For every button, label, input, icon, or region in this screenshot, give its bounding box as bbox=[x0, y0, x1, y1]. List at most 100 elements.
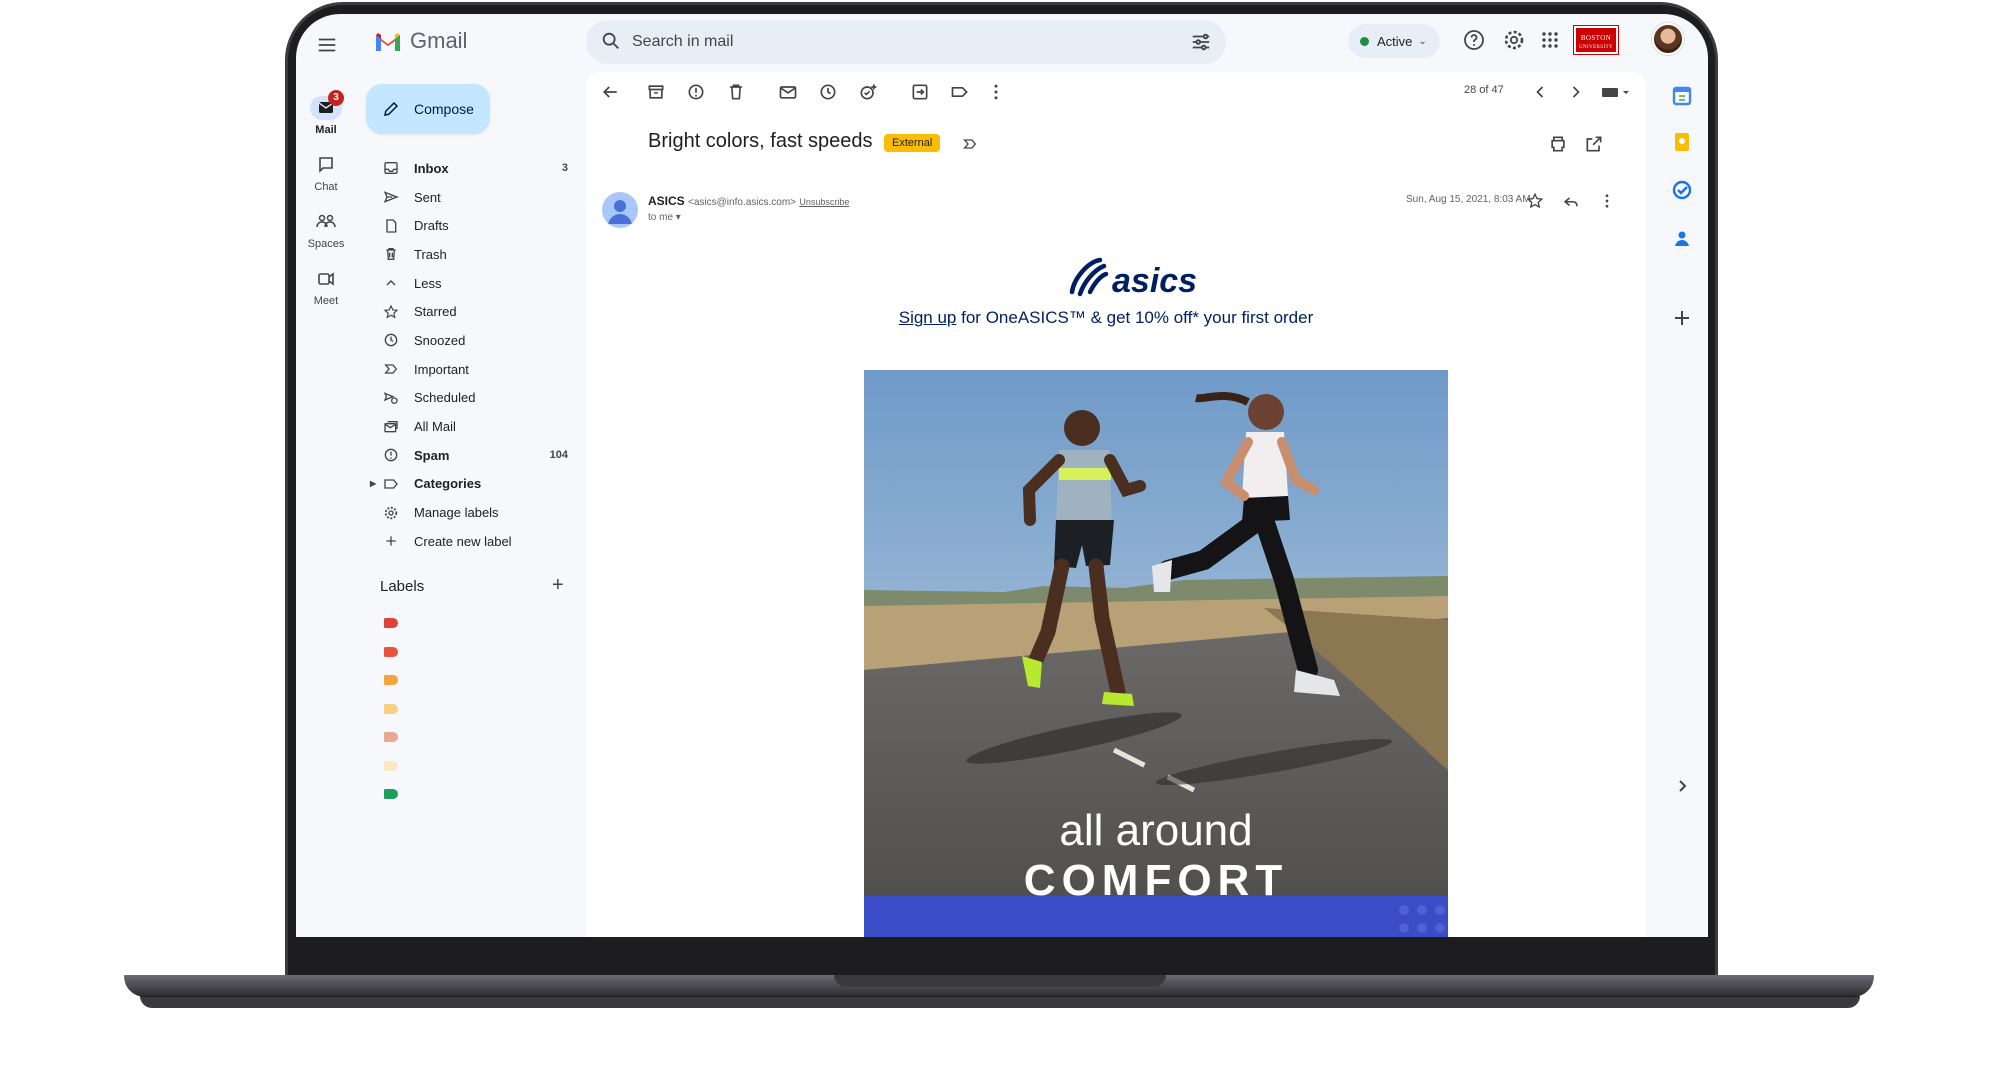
label-item[interactable] bbox=[384, 618, 398, 628]
navigation-panel: Compose Inbox 3 Sent Drafts Trash Less St… bbox=[356, 78, 586, 818]
spam-icon bbox=[382, 446, 400, 464]
sender-email: <asics@info.asics.com> bbox=[688, 197, 796, 208]
screen: Gmail Active ⌄ BOSTON UNIVERSITY bbox=[296, 14, 1708, 937]
account-avatar[interactable] bbox=[1652, 23, 1684, 55]
asics-logo[interactable]: asics bbox=[1066, 252, 1206, 300]
label-item[interactable] bbox=[384, 760, 398, 771]
menu-icon[interactable] bbox=[316, 34, 338, 56]
organization-logo[interactable]: BOSTON UNIVERSITY bbox=[1573, 25, 1619, 55]
nav-label: Scheduled bbox=[414, 390, 476, 406]
important-marker-icon[interactable] bbox=[962, 136, 978, 152]
gmail-logo-icon[interactable] bbox=[374, 30, 402, 54]
label-item[interactable] bbox=[384, 732, 398, 742]
search-input[interactable] bbox=[632, 20, 1132, 64]
rail-item-meet[interactable]: Meet bbox=[296, 267, 356, 307]
report-spam-icon[interactable] bbox=[686, 82, 706, 102]
move-to-icon[interactable] bbox=[910, 82, 930, 102]
show-side-panel-icon[interactable] bbox=[1670, 774, 1694, 798]
nav-item-starred[interactable]: Starred bbox=[356, 297, 586, 326]
search-bar[interactable] bbox=[586, 20, 1226, 64]
sender-avatar[interactable] bbox=[602, 192, 638, 228]
external-badge: External bbox=[884, 134, 941, 152]
app-rail: 3 Mail Chat Spaces Meet bbox=[296, 78, 356, 678]
add-task-icon[interactable] bbox=[858, 82, 878, 102]
sender-line: ASICS <asics@info.asics.com> Unsubscribe bbox=[648, 194, 849, 208]
nav-item-snoozed[interactable]: Snoozed bbox=[356, 326, 586, 355]
reply-icon[interactable] bbox=[1562, 192, 1580, 210]
rail-item-chat[interactable]: Chat bbox=[296, 153, 356, 193]
nav-label: Categories bbox=[414, 476, 482, 492]
mark-unread-icon[interactable] bbox=[778, 82, 798, 102]
chevron-up-icon bbox=[382, 274, 400, 292]
back-arrow-icon[interactable] bbox=[600, 82, 620, 102]
star-icon[interactable] bbox=[1526, 192, 1544, 210]
nav-item-inbox[interactable]: Inbox 3 bbox=[356, 154, 586, 183]
print-icon[interactable] bbox=[1548, 134, 1568, 154]
rail-label-spaces: Spaces bbox=[307, 238, 345, 250]
label-item[interactable] bbox=[384, 703, 398, 714]
nav-item-sent[interactable]: Sent bbox=[356, 183, 586, 212]
input-tools-icon[interactable] bbox=[1600, 82, 1632, 102]
nav-item-categories[interactable]: ▶ Categories bbox=[356, 470, 586, 499]
search-icon[interactable] bbox=[600, 30, 622, 52]
status-selector[interactable]: Active ⌄ bbox=[1348, 24, 1440, 58]
rail-item-mail[interactable]: 3 Mail bbox=[296, 90, 356, 136]
nav-label: Drafts bbox=[414, 218, 449, 234]
label-icon[interactable] bbox=[950, 82, 970, 102]
get-addons-icon[interactable] bbox=[1670, 306, 1694, 330]
nav-label: Sent bbox=[414, 189, 441, 205]
labels-heading: Labels bbox=[380, 578, 425, 595]
inbox-icon bbox=[382, 159, 400, 177]
calendar-icon[interactable] bbox=[1670, 84, 1694, 108]
nav-item-create-label[interactable]: Create new label bbox=[356, 527, 586, 556]
rail-label-mail: Mail bbox=[315, 124, 337, 136]
nav-item-spam[interactable]: Spam 104 bbox=[356, 441, 586, 470]
gear-icon bbox=[382, 504, 400, 522]
sign-up-link[interactable]: Sign up bbox=[899, 308, 957, 327]
label-item[interactable] bbox=[384, 789, 398, 799]
label-item[interactable] bbox=[384, 646, 398, 657]
recipient-dropdown[interactable]: to me ▾ bbox=[648, 212, 681, 223]
all-mail-icon bbox=[382, 418, 400, 436]
gear-icon[interactable] bbox=[1502, 28, 1526, 52]
add-label-icon[interactable]: + bbox=[552, 574, 564, 597]
keep-icon[interactable] bbox=[1670, 130, 1694, 154]
delete-icon[interactable] bbox=[726, 82, 746, 102]
apps-grid-icon[interactable] bbox=[1538, 28, 1562, 52]
next-icon[interactable] bbox=[1566, 82, 1586, 102]
snooze-icon[interactable] bbox=[818, 82, 838, 102]
nav-item-drafts[interactable]: Drafts bbox=[356, 211, 586, 240]
expand-arrow-icon[interactable]: ▶ bbox=[370, 479, 376, 488]
nav-item-scheduled[interactable]: Scheduled bbox=[356, 384, 586, 413]
unsubscribe-link[interactable]: Unsubscribe bbox=[799, 197, 849, 207]
nav-label: Snoozed bbox=[414, 332, 466, 348]
open-new-window-icon[interactable] bbox=[1584, 134, 1604, 154]
contacts-icon[interactable] bbox=[1670, 226, 1694, 250]
help-icon[interactable] bbox=[1462, 28, 1486, 52]
app-name: Gmail bbox=[410, 28, 468, 53]
archive-icon[interactable] bbox=[646, 82, 666, 102]
hero-image[interactable]: all around COMFORT bbox=[864, 370, 1448, 937]
more-vertical-icon[interactable] bbox=[1598, 192, 1616, 210]
previous-icon[interactable] bbox=[1530, 82, 1550, 102]
search-options-icon[interactable] bbox=[1190, 31, 1212, 53]
pagination-text: 28 of 47 bbox=[1464, 84, 1504, 96]
rail-item-spaces[interactable]: Spaces bbox=[296, 210, 356, 250]
label-item[interactable] bbox=[384, 675, 398, 685]
compose-button[interactable]: Compose bbox=[366, 84, 490, 134]
nav-item-important[interactable]: Important bbox=[356, 355, 586, 384]
scheduled-icon bbox=[382, 389, 400, 407]
nav-item-manage-labels[interactable]: Manage labels bbox=[356, 498, 586, 527]
unread-badge: 3 bbox=[328, 90, 344, 106]
email-date: Sun, Aug 15, 2021, 8:03 AM bbox=[1406, 194, 1531, 205]
nav-item-less[interactable]: Less bbox=[356, 269, 586, 298]
nav-item-trash[interactable]: Trash bbox=[356, 240, 586, 269]
sender-name[interactable]: ASICS bbox=[648, 194, 685, 208]
laptop-base-shadow bbox=[140, 996, 1860, 1008]
more-vertical-icon[interactable] bbox=[986, 82, 1006, 102]
tasks-icon[interactable] bbox=[1670, 178, 1694, 202]
rail-label-meet: Meet bbox=[313, 295, 339, 307]
nav-label: Trash bbox=[414, 246, 447, 262]
folder-list: Inbox 3 Sent Drafts Trash Less Starred Sn… bbox=[356, 154, 586, 556]
nav-item-all-mail[interactable]: All Mail bbox=[356, 412, 586, 441]
